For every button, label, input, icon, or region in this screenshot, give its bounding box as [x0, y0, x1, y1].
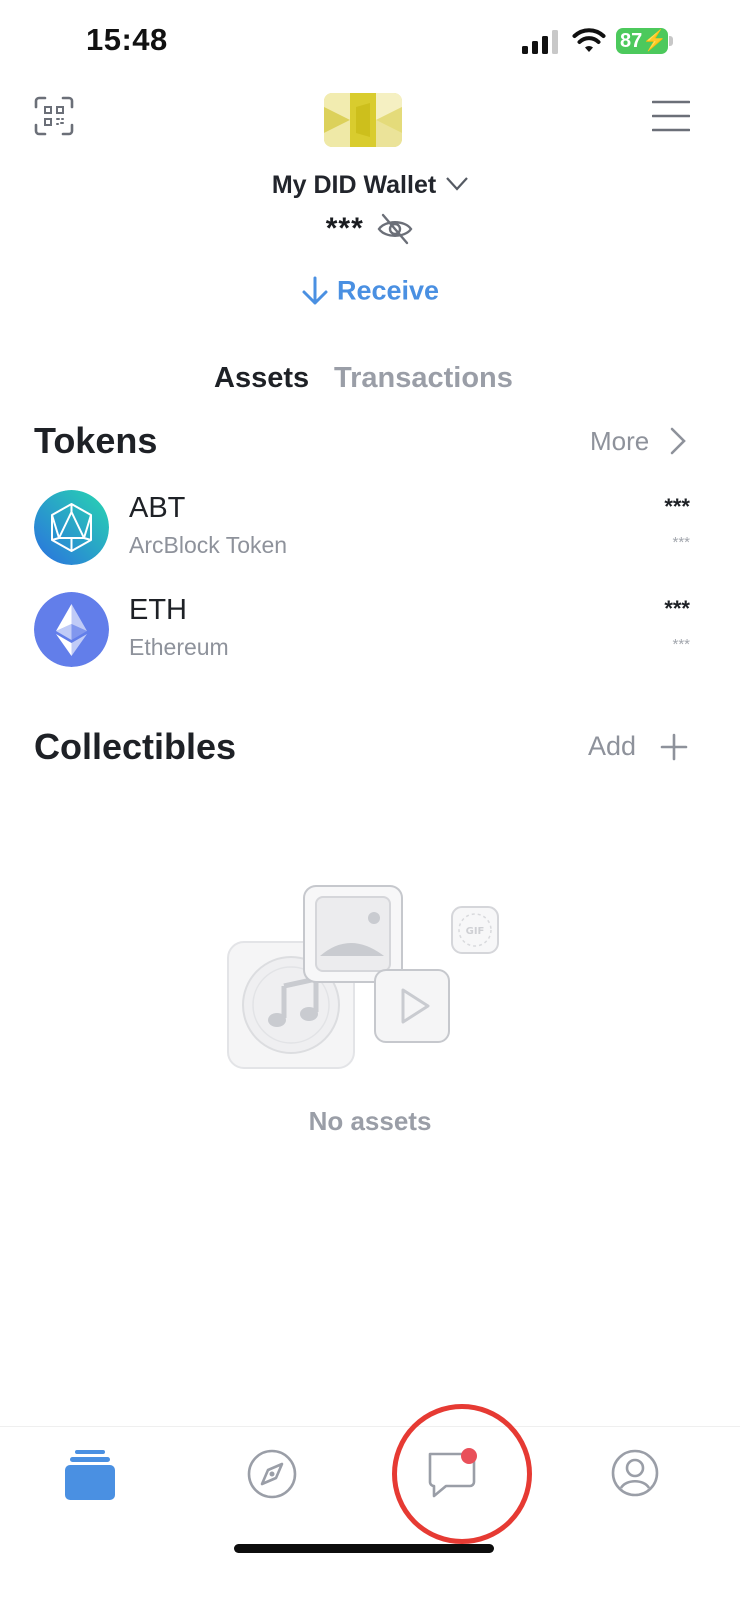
token-row-eth[interactable]: ETH Ethereum *** ***: [0, 588, 740, 688]
gif-badge-icon: GIF: [451, 906, 499, 954]
wallet-avatar[interactable]: [324, 93, 402, 147]
tab-assets[interactable]: Assets: [214, 362, 309, 395]
tokens-heading: Tokens: [34, 420, 158, 461]
collectibles-heading: Collectibles: [34, 726, 237, 767]
wallet-name: My DID Wallet: [271, 171, 437, 199]
chevron-down-icon: [446, 177, 469, 191]
ethereum-logo-icon: [34, 592, 109, 667]
wallet-stack-icon[interactable]: [65, 1450, 115, 1500]
token-amount: ***: [664, 494, 690, 519]
plus-icon[interactable]: [660, 733, 688, 761]
add-collectible-link[interactable]: Add: [588, 731, 636, 762]
image-placeholder-icon: [303, 885, 403, 983]
token-row-abt[interactable]: ABT ArcBlock Token *** ***: [0, 486, 740, 586]
balance-row: ***: [0, 212, 740, 246]
scan-qr-icon[interactable]: [34, 96, 74, 136]
more-tokens-link[interactable]: More: [590, 426, 649, 457]
charging-bolt-icon: ⚡: [642, 30, 668, 52]
token-fiat-value: ***: [672, 534, 690, 551]
highlight-ring: [392, 1404, 532, 1544]
receive-button[interactable]: Receive: [0, 274, 740, 307]
arrow-down-icon: [302, 276, 328, 305]
token-fiat-value: ***: [672, 636, 690, 653]
token-amount: ***: [664, 596, 690, 621]
tab-transactions[interactable]: Transactions: [334, 362, 513, 395]
token-symbol: ABT: [129, 492, 186, 524]
eye-off-icon[interactable]: [376, 212, 414, 246]
bottom-nav-divider: [0, 1426, 740, 1427]
compass-icon[interactable]: [246, 1448, 298, 1500]
receive-label: Receive: [336, 275, 440, 306]
gif-badge-label: GIF: [466, 926, 485, 937]
wifi-icon: [572, 28, 606, 52]
battery-level: 87: [620, 30, 643, 52]
battery-indicator: 87⚡: [616, 28, 668, 54]
token-symbol: ETH: [129, 594, 187, 626]
status-time: 15:48: [86, 22, 168, 57]
hidden-balance: ***: [325, 212, 364, 245]
empty-collectibles-illustration: GIF: [227, 885, 499, 1069]
token-name: ArcBlock Token: [129, 532, 288, 558]
wallet-selector[interactable]: My DID Wallet: [0, 171, 740, 200]
menu-icon[interactable]: [652, 100, 690, 132]
chevron-right-icon[interactable]: [668, 427, 688, 455]
video-play-icon: [374, 969, 450, 1043]
empty-state-label: No assets: [308, 1106, 432, 1136]
token-name: Ethereum: [129, 634, 229, 660]
battery-tip: [669, 36, 673, 46]
user-circle-icon[interactable]: [610, 1448, 660, 1498]
cellular-signal-icon: [522, 30, 558, 54]
abt-logo-icon: [34, 490, 109, 565]
wallet-avatar-pattern-icon: [324, 93, 402, 147]
home-indicator: [234, 1544, 494, 1553]
